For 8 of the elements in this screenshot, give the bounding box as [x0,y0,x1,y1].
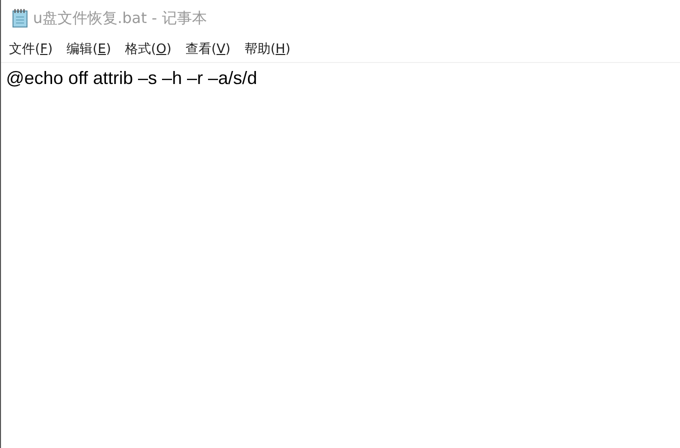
text-editor[interactable]: @echo off attrib –s –h –r –a/s/d [1,63,680,448]
notepad-icon [11,8,29,28]
menu-item[interactable]: 文件(F) [3,38,59,60]
window-title: u盘文件恢复.bat - 记事本 [33,8,207,28]
menu-item[interactable]: 格式(O) [119,38,178,60]
menu-item[interactable]: 帮助(H) [238,38,296,60]
menu-item[interactable]: 查看(V) [179,38,236,60]
menu-item[interactable]: 编辑(E) [60,38,118,60]
